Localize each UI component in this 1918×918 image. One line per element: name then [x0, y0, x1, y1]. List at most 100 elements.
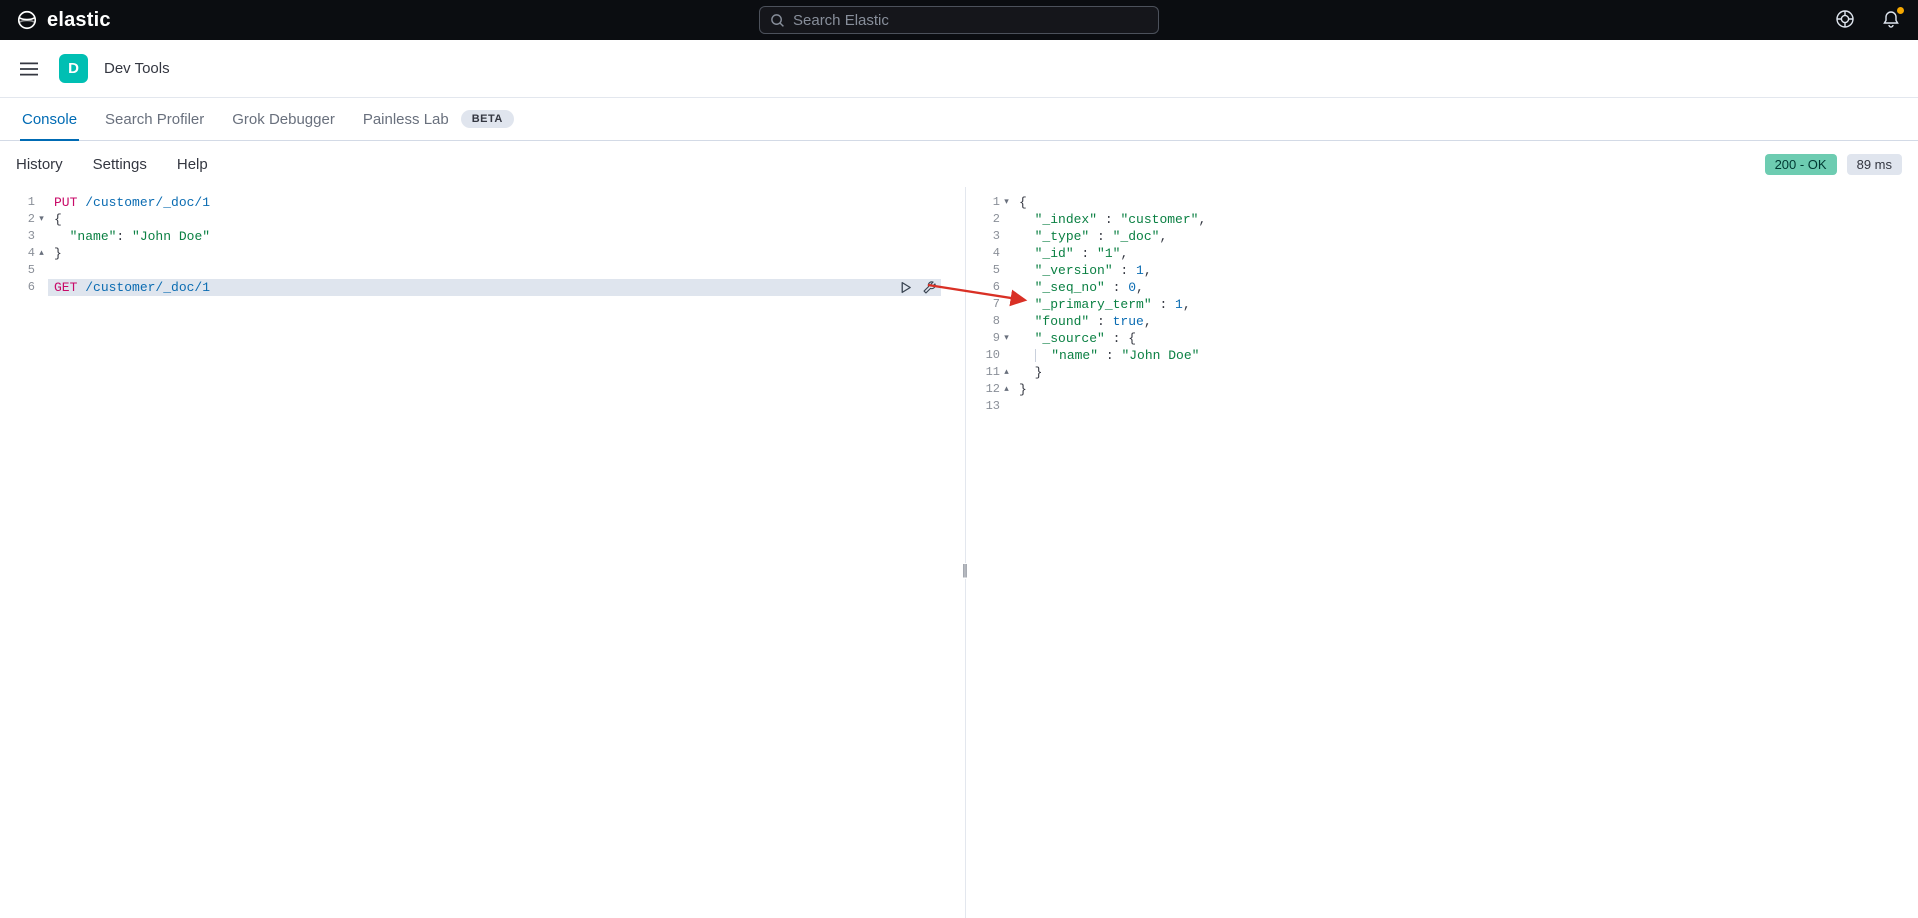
request-options-button[interactable]: [921, 280, 937, 296]
home-link[interactable]: elastic: [16, 9, 111, 32]
code-line-5[interactable]: 5: [0, 262, 959, 279]
gutter-cell: 2: [971, 211, 1013, 228]
hamburger-icon: [20, 62, 38, 76]
line-number: 5: [28, 262, 35, 279]
code-text: }: [1013, 364, 1918, 381]
gutter-cell: 4: [971, 245, 1013, 262]
response-code: 1▾{2 "_index" : "customer",3 "_type" : "…: [971, 194, 1918, 415]
code-text[interactable]: GET /customer/_doc/1: [48, 279, 941, 296]
gutter-cell: 1▾: [971, 194, 1013, 211]
code-line-2[interactable]: 2▾{: [0, 211, 959, 228]
gutter-cell: 12▴: [971, 381, 1013, 398]
response-viewer: 1▾{2 "_index" : "customer",3 "_type" : "…: [971, 187, 1918, 918]
line-number: 13: [986, 398, 1000, 415]
fold-toggle-icon[interactable]: ▴: [35, 245, 48, 262]
code-text: "found" : true,: [1013, 313, 1918, 330]
code-text: }: [1013, 381, 1918, 398]
code-text[interactable]: {: [48, 211, 941, 228]
line-number: 6: [28, 279, 35, 296]
line-number: 1: [993, 194, 1000, 211]
line-number: 4: [993, 245, 1000, 262]
code-line-4: 4 "_id" : "1",: [971, 245, 1918, 262]
gutter-cell: 10: [971, 347, 1013, 364]
brand-name: elastic: [47, 9, 111, 32]
code-text: [1013, 398, 1918, 415]
code-line-10: 10 "name" : "John Doe": [971, 347, 1918, 364]
console-menus: History Settings Help: [16, 156, 208, 173]
fold-toggle-icon[interactable]: ▴: [1000, 381, 1013, 398]
gutter-cell: 6: [971, 279, 1013, 296]
code-text: "_version" : 1,: [1013, 262, 1918, 279]
request-line-actions: [897, 279, 937, 296]
line-number: 8: [993, 313, 1000, 330]
help-button[interactable]: [1834, 9, 1856, 31]
elastic-logo: [16, 9, 38, 31]
console-toolbar: History Settings Help 200 - OK 89 ms: [0, 141, 1918, 187]
code-line-8: 8 "found" : true,: [971, 313, 1918, 330]
code-text: "_id" : "1",: [1013, 245, 1918, 262]
status-badge: 200 - OK: [1765, 154, 1837, 175]
code-line-1: 1▾{: [971, 194, 1918, 211]
code-text[interactable]: "name": "John Doe": [48, 228, 941, 245]
tab-console[interactable]: Console: [8, 98, 91, 140]
gutter-cell: 2▾: [0, 211, 48, 228]
line-number: 10: [986, 347, 1000, 364]
request-editor[interactable]: 1 PUT /customer/_doc/12▾{3 "name": "John …: [0, 187, 959, 918]
code-text: "name" : "John Doe": [1013, 347, 1918, 364]
line-number: 12: [986, 381, 1000, 398]
breadcrumb: Dev Tools: [104, 60, 170, 77]
global-header: elastic: [0, 0, 1918, 40]
global-search-bar[interactable]: [759, 6, 1159, 34]
gutter-cell: 4▴: [0, 245, 48, 262]
line-number: 6: [993, 279, 1000, 296]
tab-search-profiler[interactable]: Search Profiler: [91, 98, 218, 140]
line-number: 4: [28, 245, 35, 262]
history-menu-button[interactable]: History: [16, 156, 63, 173]
line-number: 11: [986, 364, 1000, 381]
line-number: 3: [28, 228, 35, 245]
tab-search-profiler-label: Search Profiler: [105, 111, 204, 128]
code-line-1[interactable]: 1 PUT /customer/_doc/1: [0, 194, 959, 211]
tab-grok-debugger[interactable]: Grok Debugger: [218, 98, 349, 140]
alerts-button[interactable]: [1880, 9, 1902, 31]
tab-painless-lab[interactable]: Painless Lab BETA: [349, 98, 528, 140]
code-text: "_type" : "_doc",: [1013, 228, 1918, 245]
fold-toggle-icon[interactable]: ▾: [35, 211, 48, 228]
gutter-cell: 3: [0, 228, 48, 245]
search-icon: [770, 13, 785, 28]
space-avatar[interactable]: D: [59, 54, 88, 83]
code-text[interactable]: }: [48, 245, 941, 262]
gutter-cell: 11▴: [971, 364, 1013, 381]
gutter-cell: 8: [971, 313, 1013, 330]
help-icon: [1835, 9, 1855, 29]
code-line-12: 12▴}: [971, 381, 1918, 398]
settings-menu-button[interactable]: Settings: [93, 156, 147, 173]
devtools-tabs: Console Search Profiler Grok Debugger Pa…: [0, 98, 1918, 141]
code-line-2: 2 "_index" : "customer",: [971, 211, 1918, 228]
fold-toggle-icon[interactable]: ▴: [1000, 364, 1013, 381]
menu-button[interactable]: [15, 55, 43, 83]
tab-painless-lab-label: Painless Lab: [363, 111, 449, 128]
wrench-icon: [922, 280, 937, 295]
fold-toggle-icon[interactable]: ▾: [1000, 330, 1013, 347]
code-line-11: 11▴ }: [971, 364, 1918, 381]
code-line-4[interactable]: 4▴}: [0, 245, 959, 262]
search-input[interactable]: [793, 12, 1148, 29]
gutter-cell: 6: [0, 279, 48, 296]
line-number: 3: [993, 228, 1000, 245]
line-number: 2: [993, 211, 1000, 228]
gutter-cell: 1: [0, 194, 48, 211]
help-menu-button[interactable]: Help: [177, 156, 208, 173]
code-line-3: 3 "_type" : "_doc",: [971, 228, 1918, 245]
panel-resizer[interactable]: ‖: [959, 187, 971, 918]
code-text: {: [1013, 194, 1918, 211]
code-text[interactable]: [48, 262, 941, 279]
code-line-3[interactable]: 3 "name": "John Doe": [0, 228, 959, 245]
nav-bar: D Dev Tools: [0, 40, 1918, 98]
code-text[interactable]: PUT /customer/_doc/1: [48, 194, 941, 211]
code-line-6[interactable]: 6 GET /customer/_doc/1: [0, 279, 959, 296]
fold-toggle-icon[interactable]: ▾: [1000, 194, 1013, 211]
send-request-button[interactable]: [897, 280, 913, 296]
beta-badge: BETA: [461, 110, 514, 128]
line-number: 1: [28, 194, 35, 211]
